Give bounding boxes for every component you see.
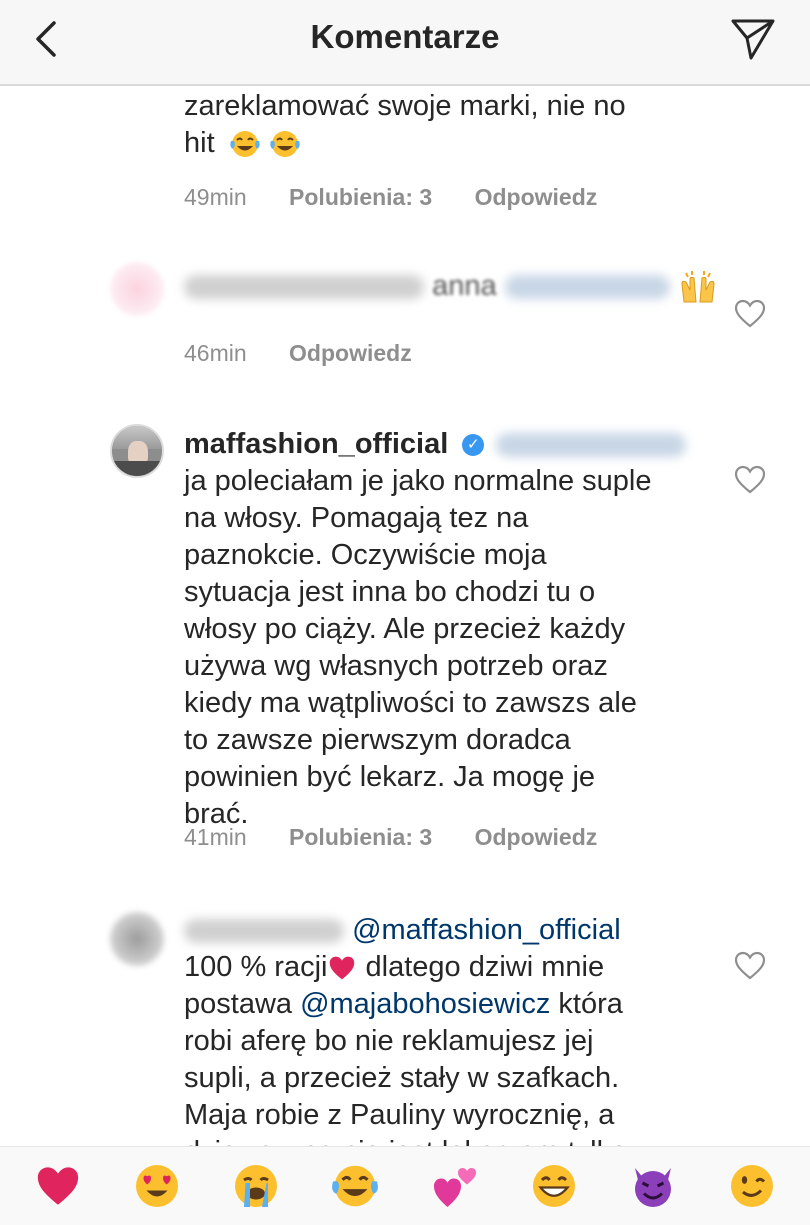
comment-text: zareklamować swoje marki, nie no hit bbox=[184, 90, 626, 159]
like-heart-icon[interactable] bbox=[734, 950, 766, 982]
raising-hands-emoji bbox=[681, 271, 715, 303]
red-heart-icon bbox=[330, 956, 355, 980]
comment-meta: 41min Polubienia: 3 Odpowiedz bbox=[184, 824, 633, 851]
like-heart-icon[interactable] bbox=[734, 298, 766, 330]
two-hearts-icon bbox=[433, 1168, 476, 1207]
smiling-devil-icon bbox=[635, 1168, 672, 1207]
blurred-username bbox=[184, 919, 344, 944]
tears-of-joy-icon bbox=[332, 1165, 379, 1207]
page-title: Komentarze bbox=[310, 18, 500, 55]
emoji-winking-button[interactable] bbox=[726, 1160, 778, 1212]
comment-text: @maffashion_official 100 % racji dlatego… bbox=[184, 914, 627, 1146]
avatar[interactable] bbox=[110, 262, 164, 316]
like-heart-icon[interactable] bbox=[734, 464, 766, 496]
comment-time: 41min bbox=[184, 824, 247, 850]
verified-badge-icon: ✓ bbox=[462, 434, 485, 457]
blurred-text bbox=[504, 275, 670, 300]
emoji-grinning-button[interactable] bbox=[528, 1160, 580, 1212]
comment-text: maffashion_official ✓ ja poleciałam je j… bbox=[184, 426, 704, 833]
comment-meta: 49min Polubienia: 3 Odpowiedz bbox=[184, 184, 633, 211]
emoji-smiling-devil-button[interactable] bbox=[627, 1160, 679, 1212]
comment-meta: 46min Odpowiedz bbox=[184, 340, 448, 367]
likes-count[interactable]: Polubienia: 3 bbox=[289, 184, 432, 210]
comments-list[interactable]: zareklamować swoje marki, nie no hit 49m… bbox=[0, 88, 810, 1146]
heart-eyes-icon bbox=[135, 1165, 178, 1207]
blurred-username bbox=[184, 275, 424, 300]
likes-count[interactable]: Polubienia: 3 bbox=[289, 824, 432, 850]
emoji-loudly-crying-button[interactable] bbox=[230, 1160, 282, 1212]
emoji-tears-of-joy-button[interactable] bbox=[329, 1160, 381, 1212]
red-heart-icon bbox=[37, 1167, 78, 1205]
avatar[interactable] bbox=[110, 912, 164, 966]
blurred-mention bbox=[496, 433, 687, 458]
winking-icon bbox=[731, 1165, 774, 1207]
comment-text: anna bbox=[184, 268, 715, 305]
emoji-two-hearts-button[interactable] bbox=[429, 1160, 481, 1212]
mention-link[interactable]: @majabohosiewicz bbox=[300, 988, 550, 1020]
comment-username[interactable]: maffashion_official bbox=[184, 428, 448, 460]
tears-of-joy-emoji bbox=[230, 131, 260, 158]
reply-button[interactable]: Odpowiedz bbox=[289, 340, 412, 366]
emoji-red-heart-button[interactable] bbox=[32, 1160, 84, 1212]
reply-button[interactable]: Odpowiedz bbox=[475, 824, 598, 850]
avatar[interactable] bbox=[110, 424, 164, 478]
comment-time: 46min bbox=[184, 340, 247, 366]
emoji-reaction-bar bbox=[0, 1146, 810, 1225]
loudly-crying-icon bbox=[235, 1165, 278, 1207]
emoji-heart-eyes-button[interactable] bbox=[131, 1160, 183, 1212]
mention-link[interactable]: @maffashion_official bbox=[352, 914, 621, 946]
share-button[interactable] bbox=[724, 10, 782, 68]
comment-time: 49min bbox=[184, 184, 247, 210]
header-bar: Komentarze bbox=[0, 0, 810, 86]
grinning-icon bbox=[532, 1165, 575, 1207]
reply-button[interactable]: Odpowiedz bbox=[475, 184, 598, 210]
paper-plane-icon bbox=[731, 19, 775, 60]
tears-of-joy-emoji bbox=[270, 131, 300, 158]
